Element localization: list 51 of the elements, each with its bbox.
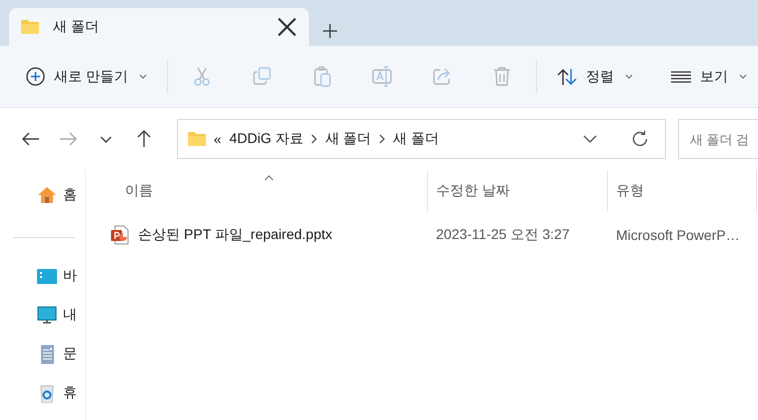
chevron-down-icon[interactable] xyxy=(583,135,597,143)
chevron-down-icon xyxy=(138,74,147,79)
file-name: 손상된 PPT 파일_repaired.pptx xyxy=(138,226,332,244)
address-bar[interactable]: « 4DDiG 자료 새 폴더 새 폴더 xyxy=(176,119,666,159)
back-arrow-icon xyxy=(22,132,40,146)
chevron-down-icon xyxy=(738,74,747,79)
sidebar-item[interactable]: 휴 xyxy=(37,380,85,406)
sidebar-item[interactable]: 홈 xyxy=(37,182,85,207)
breadcrumb-item[interactable]: 4DDiG 자료 xyxy=(229,130,304,148)
breadcrumb-item[interactable]: 새 폴더 xyxy=(325,130,372,148)
panel-icon xyxy=(37,266,57,286)
share-icon xyxy=(432,66,452,87)
new-tab-icon[interactable] xyxy=(323,24,337,38)
close-icon[interactable] xyxy=(277,17,297,37)
sort-up-icon xyxy=(264,175,274,181)
folder-icon xyxy=(21,20,39,34)
sort-arrows-icon xyxy=(556,68,577,86)
sidebar-item[interactable]: 바 xyxy=(37,264,85,289)
file-row[interactable]: 손상된 PPT 파일_repaired.pptx 2023-11-25 오전 3:27 Microsoft PowerP… xyxy=(86,220,758,250)
rename-icon xyxy=(372,66,392,87)
cut-icon xyxy=(192,66,212,87)
chevron-down-icon xyxy=(624,74,633,79)
forward-arrow-icon xyxy=(59,132,78,146)
chevron-right-icon xyxy=(379,134,386,144)
search-field[interactable]: 새 폴더 검 xyxy=(678,119,758,159)
new-button[interactable]: 새로 만들기 xyxy=(20,60,153,94)
column-header[interactable]: 수정한 날짜 xyxy=(427,170,607,212)
chevron-right-icon xyxy=(311,134,318,144)
plus-circle-icon xyxy=(26,67,45,86)
date-cell-text: 2023-11-25 오전 3:27 xyxy=(435,226,571,244)
menu-icon xyxy=(670,70,691,82)
sidebar-item[interactable]: 문 xyxy=(37,342,85,367)
view-button[interactable]: 보기 xyxy=(664,60,753,94)
sidebar-item[interactable]: 내 xyxy=(37,302,85,328)
chevron-down-icon xyxy=(100,136,112,142)
home-icon xyxy=(37,184,57,204)
column-header[interactable]: 유형 xyxy=(607,170,757,212)
breadcrumb-item[interactable]: 새 폴더 xyxy=(393,130,440,148)
clipboard-icon xyxy=(312,66,332,87)
powerpoint-file-icon xyxy=(110,225,130,245)
column-header[interactable]: 이름 xyxy=(86,170,427,212)
type-cell-text: Microsoft PowerP… xyxy=(615,227,741,243)
folder-tab[interactable]: 새 폴더 xyxy=(9,8,309,46)
copy-icon xyxy=(252,66,272,87)
up-arrow-icon xyxy=(136,130,151,148)
refresh-icon[interactable] xyxy=(631,130,649,148)
trash-icon xyxy=(492,66,512,87)
overflow-button[interactable]: « xyxy=(214,131,222,147)
monitor-icon xyxy=(37,305,57,326)
sort-button[interactable]: 정렬 xyxy=(550,60,639,94)
folder-icon xyxy=(188,132,206,146)
